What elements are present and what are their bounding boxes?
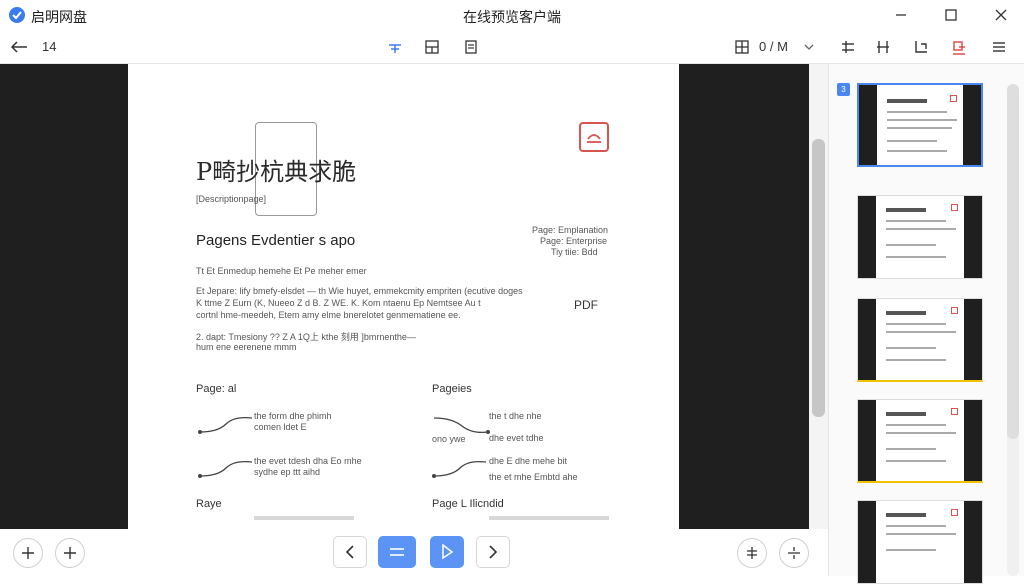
section-heading: Raye (196, 498, 222, 510)
rotate-left-icon[interactable] (737, 538, 767, 568)
document-subtitle: [Descriptionpage] (196, 194, 267, 204)
meta-line: Page: Enterprise (540, 236, 608, 246)
chevron-right-icon[interactable] (476, 536, 510, 568)
row-text: the evet tdesh dha Eo mhe (254, 456, 362, 466)
left-margin (0, 64, 128, 529)
meta-line: Tiy tiie: Bdd (551, 247, 598, 257)
chevron-down-icon[interactable] (797, 35, 821, 59)
document-page[interactable]: P畸抄杭典求脆 [Descriptionpage] Pagens Evdenti… (128, 64, 679, 529)
fit-page-icon[interactable] (459, 35, 483, 59)
text-line (489, 516, 609, 520)
page-thumbnail[interactable] (857, 195, 983, 279)
document-heading: Pagens Evdentier s apo (196, 232, 356, 249)
maximize-icon[interactable] (936, 4, 966, 26)
row-text: the et mhe Embtd ahe (489, 472, 578, 482)
paragraph: hum ene eerenene mmm (196, 342, 297, 352)
split-page-icon[interactable] (420, 35, 444, 59)
page-thumbnail[interactable] (857, 83, 983, 167)
title-bar: 启明网盘 在线预览客户端 (0, 0, 1024, 30)
current-page-badge: 3 (837, 83, 850, 96)
page-thumbnail[interactable] (857, 399, 983, 483)
menu-icon[interactable] (987, 35, 1011, 59)
row-text: the t dhe nhe (489, 411, 542, 421)
window-title: 在线预览客户端 (463, 9, 561, 25)
meta-line: Page: Emplanation (532, 225, 609, 235)
paragraph: cortnl hme-meedeh, Etem amy elme bnerelo… (196, 310, 461, 320)
text-line (254, 516, 354, 520)
row-text: sydhe ep ttt aihd (254, 467, 321, 477)
columns-icon[interactable] (871, 35, 895, 59)
chevron-left-icon[interactable] (333, 536, 367, 568)
toolbar: 14 0 / M (0, 30, 1024, 64)
document-title: P畸抄杭典求脆 (196, 158, 357, 186)
document-viewer[interactable]: P畸抄杭典求脆 [Descriptionpage] Pagens Evdenti… (0, 64, 828, 576)
page-count: 14 (42, 39, 57, 54)
section-heading: Pageies (432, 383, 472, 395)
page-indicator[interactable]: 0 / M (759, 39, 788, 54)
single-page-icon[interactable] (383, 35, 407, 59)
stamp-icon (579, 122, 609, 152)
row-text: dhe E dhe mehe bit (489, 456, 568, 466)
close-icon[interactable] (986, 4, 1016, 26)
app-name: 启明网盘 (31, 9, 87, 25)
back-arrow-icon[interactable] (7, 35, 31, 59)
page-thumbnail[interactable] (857, 500, 983, 584)
row-text: comen ldet E (254, 422, 307, 432)
paragraph: Et Jepare: lify bmefy-elsdet — th Wie hu… (196, 286, 523, 296)
connector-curve-icon (198, 416, 253, 478)
viewer-scrollbar[interactable] (809, 64, 828, 529)
row-label: ono ywe (432, 434, 466, 444)
align-left-icon[interactable] (836, 35, 860, 59)
viewer-scroll-thumb[interactable] (812, 139, 825, 417)
thumbnail-sidebar: 3 (828, 64, 1024, 584)
cursor-icon[interactable] (430, 536, 464, 568)
row-text: the form dhe phimh (254, 411, 332, 421)
zoom-out-icon[interactable] (55, 538, 85, 568)
connector-curve-icon (432, 417, 490, 478)
section-heading: Page: al (196, 383, 237, 395)
zoom-in-icon[interactable] (13, 538, 43, 568)
section-heading: Page L Ilicndid (432, 498, 504, 510)
paragraph: K ttme Z Eurn (K, Nueeo Z d B. Z WE. K. … (196, 298, 481, 308)
rotate-right-icon[interactable] (779, 538, 809, 568)
annotate-icon[interactable] (947, 35, 971, 59)
right-margin (679, 64, 809, 529)
layout-grid-icon[interactable] (730, 35, 754, 59)
row-text: dhe evet tdhe (489, 433, 544, 443)
crop-icon[interactable] (909, 35, 933, 59)
minimize-icon[interactable] (886, 4, 916, 26)
pdf-label: PDF (574, 298, 598, 312)
bottom-controls (0, 529, 828, 576)
paragraph: Tt Et Enmedup hemehe Et Pe meher emer (196, 266, 367, 276)
fit-width-icon[interactable] (378, 536, 416, 568)
sidebar-scroll-thumb[interactable] (1007, 84, 1019, 439)
app-logo-icon (9, 7, 25, 23)
page-thumbnail[interactable] (857, 298, 983, 382)
